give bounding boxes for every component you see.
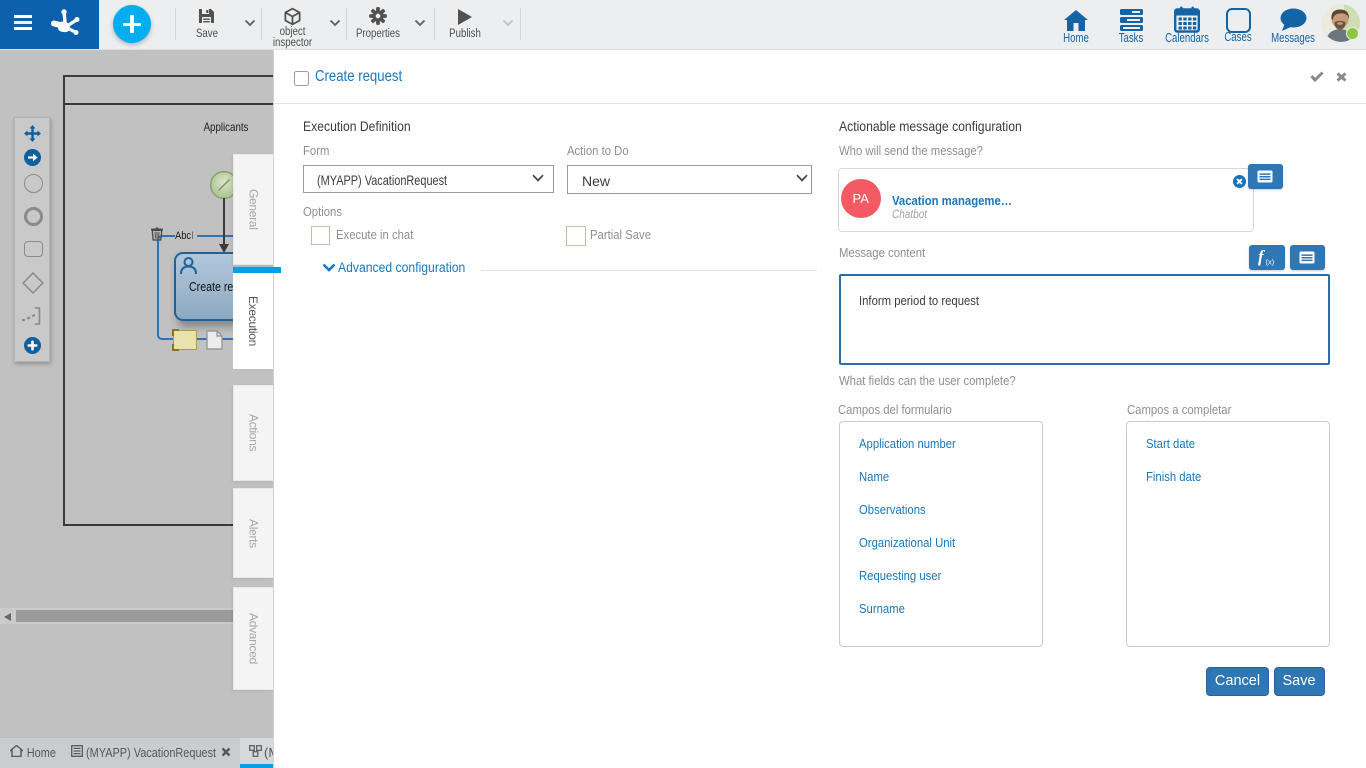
svg-text:(x): (x) [1265,258,1274,267]
